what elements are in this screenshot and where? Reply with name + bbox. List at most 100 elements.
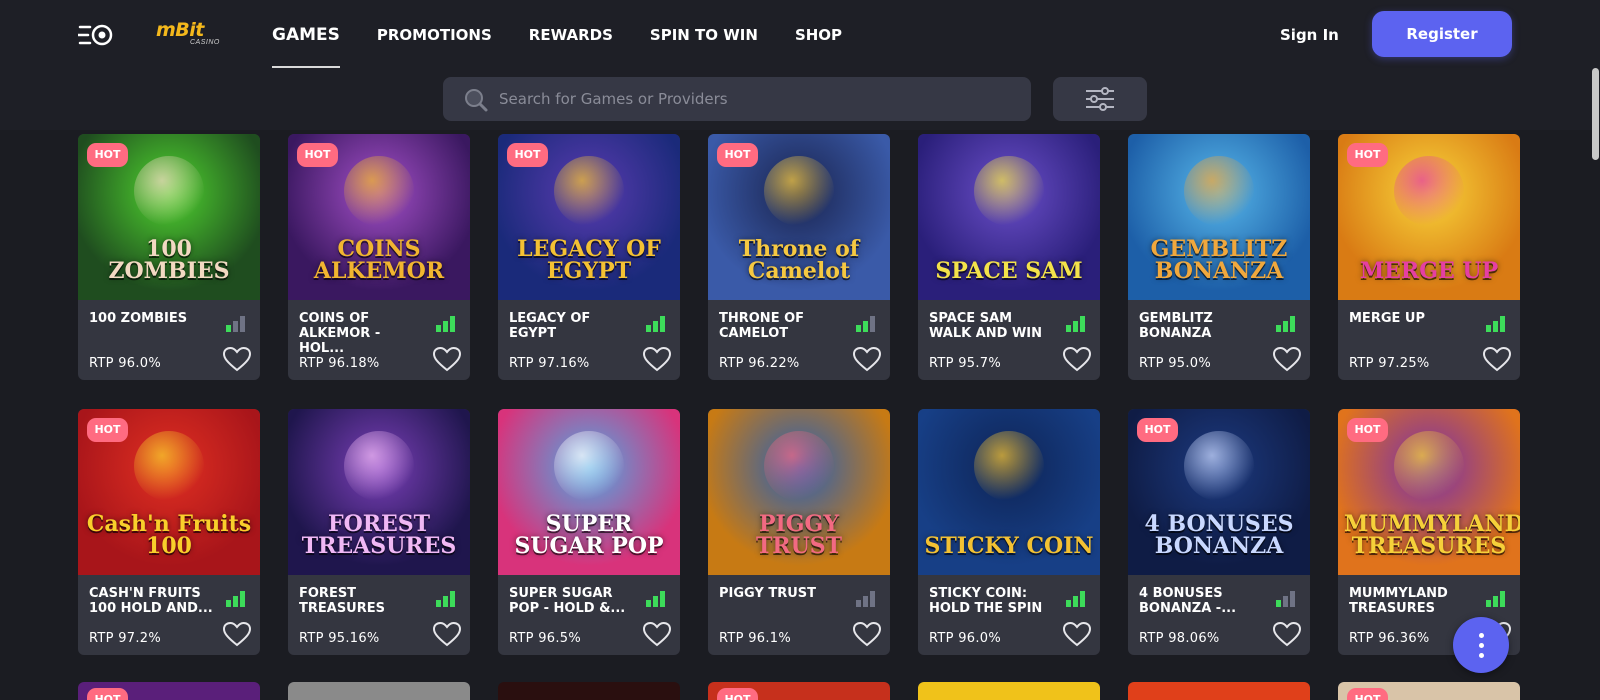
game-thumbnail[interactable]: MERGE UP HOT — [1338, 134, 1520, 300]
game-thumbnail[interactable]: COINS ALKEMOR HOT — [288, 134, 470, 300]
game-thumbnail[interactable]: 100 ZOMBIES HOT — [78, 134, 260, 300]
game-art-title: Throne of Camelot — [738, 236, 860, 284]
more-vertical-icon-dot — [1479, 643, 1484, 648]
hot-badge: HOT — [1347, 688, 1388, 700]
favorite-heart-icon[interactable] — [1272, 346, 1302, 372]
game-card[interactable]: SPACE SAM SPACE SAM WALK AND WIN RTP 95.7% — [918, 134, 1100, 380]
favorite-heart-icon[interactable] — [222, 346, 252, 372]
signal-bar — [450, 316, 455, 332]
game-title[interactable]: CASH'N FRUITS 100 HOLD AND... — [89, 586, 214, 616]
favorite-heart-icon[interactable] — [1272, 621, 1302, 647]
game-title[interactable]: SPACE SAM WALK AND WIN — [929, 311, 1054, 341]
game-title[interactable]: SUPER SUGAR POP - HOLD &... — [509, 586, 634, 616]
search-icon — [465, 89, 488, 112]
favorite-heart-icon[interactable] — [432, 346, 462, 372]
signal-bar — [1080, 591, 1085, 607]
game-title[interactable]: THRONE OF CAMELOT — [719, 311, 844, 341]
game-card[interactable]: MUMMYLAND TREASURES HOT MUMMYLAND TREASURE… — [1338, 409, 1520, 655]
nav-shop[interactable]: SHOP — [795, 0, 842, 70]
game-card[interactable]: LEGACY OF EGYPT HOT LEGACY OF EGYPT RTP 97.… — [498, 134, 680, 380]
favorite-heart-icon[interactable] — [222, 621, 252, 647]
game-thumbnail[interactable]: LEGACY OF EGYPT HOT — [498, 134, 680, 300]
filter-button[interactable] — [1053, 77, 1147, 121]
nav-rewards[interactable]: REWARDS — [529, 0, 613, 70]
scrollbar-thumb[interactable] — [1592, 68, 1599, 160]
rtp-value: RTP 97.16% — [509, 356, 590, 371]
signal-bar — [436, 600, 441, 607]
search-bar-row — [0, 70, 1600, 130]
game-thumbnail[interactable]: STICKY COIN — [918, 409, 1100, 575]
game-card-partial[interactable]: HOT — [708, 682, 890, 700]
game-title[interactable]: GEMBLITZ BONANZA — [1139, 311, 1264, 341]
signal-bar — [1066, 325, 1071, 332]
nav-games[interactable]: GAMES — [272, 0, 340, 70]
favorite-heart-icon[interactable] — [642, 346, 672, 372]
game-thumbnail[interactable]: MUMMYLAND TREASURES HOT — [1338, 409, 1520, 575]
rtp-value: RTP 96.22% — [719, 356, 800, 371]
game-thumbnail[interactable]: 4 BONUSES BONANZA HOT — [1128, 409, 1310, 575]
volatility-signal-icon — [1276, 591, 1295, 607]
favorite-heart-icon[interactable] — [642, 621, 672, 647]
game-thumbnail[interactable]: Throne of Camelot HOT — [708, 134, 890, 300]
game-title[interactable]: STICKY COIN: HOLD THE SPIN — [929, 586, 1054, 616]
logo-subtext: CASINO — [190, 39, 220, 46]
search-input[interactable] — [499, 77, 1019, 121]
favorite-heart-icon[interactable] — [1482, 346, 1512, 372]
mbit-logo[interactable]: mBit CASINO — [156, 19, 230, 53]
game-thumbnail[interactable]: SPACE SAM — [918, 134, 1100, 300]
game-card[interactable]: STICKY COIN STICKY COIN: HOLD THE SPIN RTP… — [918, 409, 1100, 655]
game-card-partial[interactable] — [918, 682, 1100, 700]
game-card[interactable]: MERGE UP HOT MERGE UP RTP 97.25% — [1338, 134, 1520, 380]
game-card[interactable]: 4 BONUSES BONANZA HOT 4 BONUSES BONANZA -.… — [1128, 409, 1310, 655]
game-card[interactable]: GEMBLITZ BONANZA GEMBLITZ BONANZA RTP 95.0… — [1128, 134, 1310, 380]
game-card[interactable]: PIGGY TRUST PIGGY TRUST RTP 96.1% — [708, 409, 890, 655]
game-card-partial[interactable]: HOT — [1338, 682, 1520, 700]
more-options-button[interactable] — [1453, 617, 1509, 673]
nav-spin-to-win[interactable]: SPIN TO WIN — [650, 0, 758, 70]
game-card[interactable]: FOREST TREASURES FOREST TREASURES RTP 95.1… — [288, 409, 470, 655]
scrollbar-track[interactable] — [1590, 66, 1600, 700]
favorite-heart-icon[interactable] — [432, 621, 462, 647]
game-title[interactable]: 100 ZOMBIES — [89, 311, 214, 326]
game-art-graphic — [134, 431, 204, 501]
game-title[interactable]: COINS OF ALKEMOR - HOL... — [299, 311, 424, 356]
game-art-graphic — [764, 431, 834, 501]
game-title[interactable]: FOREST TREASURES — [299, 586, 424, 616]
game-thumbnail[interactable]: PIGGY TRUST — [708, 409, 890, 575]
signal-bar — [233, 321, 238, 332]
game-card-partial[interactable] — [498, 682, 680, 700]
game-art-graphic — [554, 156, 624, 226]
sign-in-link[interactable]: Sign In — [1280, 22, 1339, 48]
game-thumbnail[interactable]: GEMBLITZ BONANZA — [1128, 134, 1310, 300]
favorite-heart-icon[interactable] — [1062, 621, 1092, 647]
favorite-heart-icon[interactable] — [1062, 346, 1092, 372]
game-card[interactable]: SUPER SUGAR POP SUPER SUGAR POP - HOLD &.… — [498, 409, 680, 655]
signal-bar — [1500, 591, 1505, 607]
game-card[interactable]: COINS ALKEMOR HOT COINS OF ALKEMOR - HOL..… — [288, 134, 470, 380]
search-box[interactable] — [443, 77, 1031, 121]
game-card[interactable]: Cash'n Fruits 100 HOT CASH'N FRUITS 100 HO… — [78, 409, 260, 655]
game-thumbnail[interactable]: Cash'n Fruits 100 HOT — [78, 409, 260, 575]
game-title[interactable]: PIGGY TRUST — [719, 586, 844, 601]
game-thumbnail[interactable]: SUPER SUGAR POP — [498, 409, 680, 575]
hot-badge: HOT — [1347, 418, 1388, 442]
signal-bar — [1493, 321, 1498, 332]
rocket-menu-icon[interactable] — [78, 21, 114, 49]
game-thumbnail[interactable]: FOREST TREASURES — [288, 409, 470, 575]
game-title[interactable]: MUMMYLAND TREASURES — [1349, 586, 1474, 616]
game-card-partial[interactable] — [1128, 682, 1310, 700]
favorite-heart-icon[interactable] — [852, 346, 882, 372]
register-button[interactable]: Register — [1372, 11, 1512, 57]
game-title[interactable]: MERGE UP — [1349, 311, 1474, 326]
sliders-icon — [1086, 87, 1114, 111]
game-card-partial[interactable] — [288, 682, 470, 700]
game-card[interactable]: 100 ZOMBIES HOT 100 ZOMBIES RTP 96.0% — [78, 134, 260, 380]
favorite-heart-icon[interactable] — [852, 621, 882, 647]
game-title[interactable]: LEGACY OF EGYPT — [509, 311, 634, 341]
game-title[interactable]: 4 BONUSES BONANZA -... — [1139, 586, 1264, 616]
game-card[interactable]: Throne of Camelot HOT THRONE OF CAMELOT RTP… — [708, 134, 890, 380]
signal-bar — [1276, 325, 1281, 332]
nav-promotions[interactable]: PROMOTIONS — [377, 0, 492, 70]
game-art-title: SUPER SUGAR POP — [514, 511, 664, 559]
game-card-partial[interactable]: HOT — [78, 682, 260, 700]
